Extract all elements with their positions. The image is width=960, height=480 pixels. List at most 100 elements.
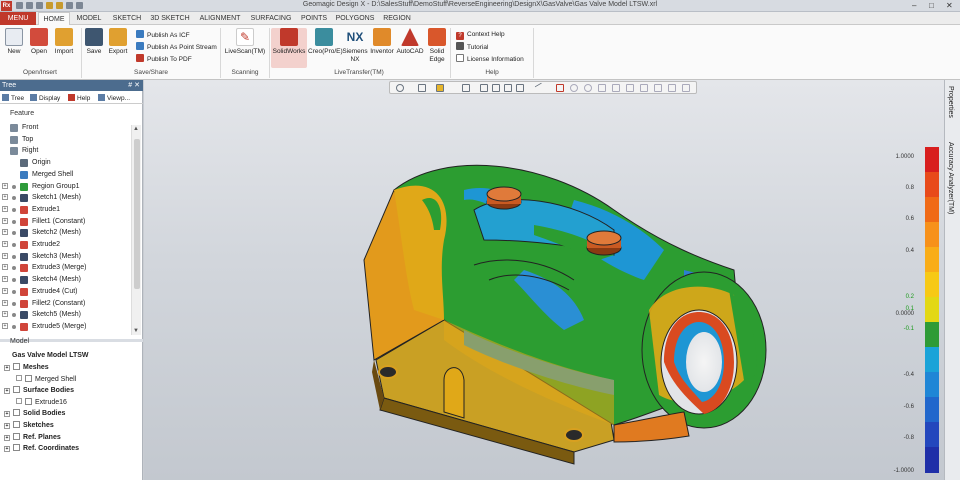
model-item[interactable]: + Sketches bbox=[4, 420, 54, 431]
visibility-checkbox[interactable] bbox=[13, 444, 20, 452]
maximize-button[interactable]: □ bbox=[929, 1, 934, 10]
expand-icon[interactable]: + bbox=[2, 311, 8, 318]
feature-row[interactable]: + Sketch3 (Mesh) bbox=[0, 251, 130, 262]
visibility-dot-icon[interactable] bbox=[12, 243, 16, 247]
visibility-checkbox[interactable] bbox=[25, 397, 32, 405]
tab-home[interactable]: HOME bbox=[38, 12, 70, 25]
panel-pin-close[interactable]: # ✕ bbox=[128, 80, 140, 91]
publish-icf-button[interactable]: Publish As ICF bbox=[136, 30, 190, 40]
visibility-checkbox[interactable] bbox=[13, 432, 20, 440]
tab-help[interactable]: Help bbox=[68, 93, 90, 104]
feature-row[interactable]: + Sketch4 (Mesh) bbox=[0, 274, 130, 285]
color-scale-bar[interactable] bbox=[925, 147, 939, 473]
tab-polygons[interactable]: POLYGONS bbox=[334, 12, 376, 25]
model-item[interactable]: Extrude16 bbox=[16, 397, 67, 408]
context-help-button[interactable]: ? Context Help bbox=[456, 30, 505, 40]
tab-points[interactable]: POINTS bbox=[298, 12, 330, 25]
model-item[interactable]: + Ref. Coordinates bbox=[4, 443, 79, 454]
tab-alignment[interactable]: ALIGNMENT bbox=[196, 12, 244, 25]
feature-row[interactable]: + Sketch1 (Mesh) bbox=[0, 192, 130, 203]
tab-sketch[interactable]: SKETCH bbox=[110, 12, 144, 25]
expand-icon[interactable] bbox=[16, 374, 22, 381]
expand-icon[interactable]: + bbox=[4, 434, 10, 441]
model-item[interactable]: Merged Shell bbox=[16, 374, 76, 385]
feature-row[interactable]: + Extrude4 (Cut) bbox=[0, 286, 130, 297]
scroll-down-icon[interactable]: ▼ bbox=[133, 328, 139, 334]
expand-icon[interactable]: + bbox=[2, 205, 8, 212]
feature-row[interactable]: + Extrude2 bbox=[0, 239, 130, 250]
tab-surfacing[interactable]: SURFACING bbox=[248, 12, 294, 25]
publish-pdf-button[interactable]: Publish To PDF bbox=[136, 54, 192, 64]
feature-row[interactable]: + Extrude1 bbox=[0, 204, 130, 215]
import-button[interactable]: Import bbox=[52, 28, 76, 56]
close-button[interactable]: ✕ bbox=[946, 1, 953, 10]
tab-viewport[interactable]: Viewp... bbox=[98, 93, 130, 104]
creo-button[interactable]: Creo(Pro/E) bbox=[308, 28, 343, 56]
feature-row[interactable]: Merged Shell bbox=[0, 169, 130, 180]
expand-icon[interactable]: + bbox=[2, 194, 8, 201]
visibility-dot-icon[interactable] bbox=[12, 231, 16, 236]
feature-row[interactable]: Top bbox=[0, 134, 130, 145]
expand-icon[interactable]: + bbox=[2, 276, 8, 283]
open-button[interactable]: Open bbox=[28, 28, 50, 56]
feature-row[interactable]: + Extrude3 (Merge) bbox=[0, 262, 130, 273]
expand-icon[interactable]: + bbox=[4, 411, 10, 418]
siemens-nx-button[interactable]: NX Siemens NX bbox=[342, 28, 368, 64]
feature-row[interactable]: + Fillet2 (Constant) bbox=[0, 298, 130, 309]
license-info-button[interactable]: License Information bbox=[456, 54, 524, 64]
expand-icon[interactable]: + bbox=[2, 217, 8, 224]
expand-icon[interactable]: + bbox=[2, 241, 8, 247]
visibility-dot-icon[interactable] bbox=[12, 313, 16, 318]
model-item[interactable]: + Solid Bodies bbox=[4, 408, 65, 419]
visibility-dot-icon[interactable] bbox=[12, 289, 16, 294]
expand-icon[interactable]: + bbox=[2, 229, 8, 236]
gas-valve-model[interactable] bbox=[144, 80, 944, 480]
export-button[interactable]: Export bbox=[106, 28, 130, 56]
tab-region[interactable]: REGION bbox=[380, 12, 414, 25]
expand-icon[interactable]: + bbox=[4, 423, 10, 429]
model-item[interactable]: + Ref. Planes bbox=[4, 432, 61, 443]
model-item[interactable]: + Surface Bodies bbox=[4, 385, 74, 396]
feature-row[interactable]: + Sketch5 (Mesh) bbox=[0, 309, 130, 320]
feature-row[interactable]: + Region Group1 bbox=[0, 181, 130, 192]
tab-properties[interactable]: Properties bbox=[947, 86, 954, 118]
feature-row[interactable]: + Sketch2 (Mesh) bbox=[0, 227, 130, 238]
visibility-checkbox[interactable] bbox=[25, 374, 32, 382]
visibility-dot-icon[interactable] bbox=[12, 254, 16, 259]
expand-icon[interactable]: + bbox=[2, 252, 8, 259]
model-item[interactable]: + Meshes bbox=[4, 362, 49, 373]
expand-icon[interactable]: + bbox=[2, 182, 8, 189]
scroll-up-icon[interactable]: ▲ bbox=[133, 126, 139, 132]
livescan-button[interactable]: ✎ LiveScan(TM) bbox=[224, 28, 266, 56]
expand-icon[interactable]: + bbox=[2, 299, 8, 306]
expand-icon[interactable]: + bbox=[2, 264, 8, 271]
feature-row[interactable]: + Extrude5 (Merge) bbox=[0, 321, 130, 332]
feature-row[interactable]: Front bbox=[0, 122, 130, 133]
tab-accuracy-analyzer[interactable]: Accuracy Analyzer(TM) bbox=[947, 142, 954, 214]
visibility-checkbox[interactable] bbox=[13, 409, 20, 417]
feature-row[interactable]: + Fillet1 (Constant) bbox=[0, 216, 130, 227]
expand-icon[interactable]: + bbox=[4, 365, 10, 371]
expand-icon[interactable]: + bbox=[2, 287, 8, 294]
new-button[interactable]: New bbox=[4, 28, 24, 56]
tab-tree[interactable]: Tree bbox=[2, 93, 24, 104]
visibility-dot-icon[interactable] bbox=[12, 207, 16, 212]
save-button[interactable]: Save bbox=[84, 28, 104, 56]
scroll-thumb[interactable] bbox=[134, 139, 140, 289]
visibility-dot-icon[interactable] bbox=[12, 266, 16, 271]
visibility-checkbox[interactable] bbox=[13, 421, 20, 428]
tab-display[interactable]: Display bbox=[30, 93, 60, 104]
visibility-dot-icon[interactable] bbox=[12, 219, 16, 224]
visibility-dot-icon[interactable] bbox=[12, 301, 16, 306]
visibility-dot-icon[interactable] bbox=[12, 196, 16, 201]
minimize-button[interactable]: – bbox=[912, 1, 916, 10]
tab-3d-sketch[interactable]: 3D SKETCH bbox=[148, 12, 192, 25]
solidworks-button[interactable]: SolidWorks bbox=[271, 28, 307, 68]
feature-row[interactable]: Right bbox=[0, 145, 130, 156]
expand-icon[interactable]: + bbox=[2, 322, 8, 329]
visibility-dot-icon[interactable] bbox=[12, 184, 16, 189]
inventor-button[interactable]: Inventor bbox=[369, 28, 395, 56]
visibility-dot-icon[interactable] bbox=[12, 278, 16, 283]
visibility-checkbox[interactable] bbox=[13, 363, 20, 370]
tutorial-button[interactable]: Tutorial bbox=[456, 42, 488, 52]
